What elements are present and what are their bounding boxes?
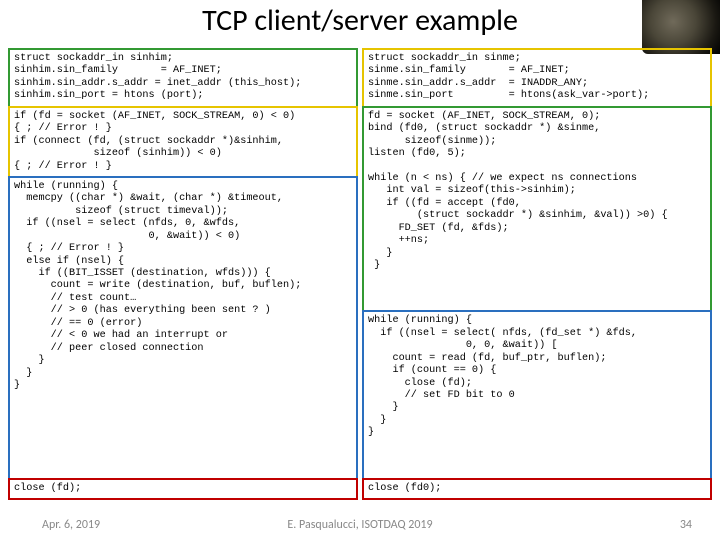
server-loop-box: while (running) { if ((nsel = select( nf… — [362, 310, 712, 479]
client-close-box: close (fd); — [8, 478, 358, 500]
server-column: struct sockaddr_in sinme; sinme.sin_fami… — [362, 48, 712, 500]
server-accept-box: fd = socket (AF_INET, SOCK_STREAM, 0); b… — [362, 106, 712, 313]
server-addr-box: struct sockaddr_in sinme; sinme.sin_fami… — [362, 48, 712, 108]
client-addr-box: struct sockaddr_in sinhim; sinhim.sin_fa… — [8, 48, 358, 108]
server-close-box: close (fd0); — [362, 478, 712, 500]
client-connect-box: if (fd = socket (AF_INET, SOCK_STREAM, 0… — [8, 106, 358, 178]
client-column: struct sockaddr_in sinhim; sinhim.sin_fa… — [8, 48, 358, 500]
code-columns: struct sockaddr_in sinhim; sinhim.sin_fa… — [8, 48, 712, 500]
slide-title: TCP client/server example — [0, 2, 720, 39]
client-loop-box: while (running) { memcpy ((char *) &wait… — [8, 176, 358, 480]
page-number: 34 — [680, 518, 692, 532]
footer-venue: E. Pasqualucci, ISOTDAQ 2019 — [0, 518, 720, 532]
